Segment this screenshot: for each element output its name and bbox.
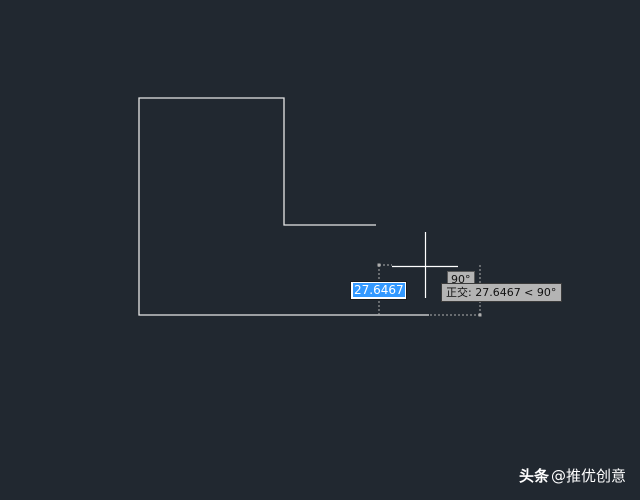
watermark-handle: @推优创意 (550, 467, 626, 485)
tracking-marker-top-left (377, 263, 381, 267)
watermark: 头条 @推优创意 (519, 465, 626, 486)
ortho-tooltip: 正交: 27.6467 < 90° (441, 283, 563, 302)
drawing-canvas[interactable]: 27.6467 90° 正交: 27.6467 < 90° 头条 @推优创意 (0, 0, 640, 500)
drawing-area[interactable] (0, 0, 640, 500)
tracking-marker-bottom-right (478, 313, 482, 317)
watermark-brand: 头条 (518, 467, 549, 485)
dimension-input[interactable]: 27.6467 (350, 281, 407, 300)
dimension-input-value[interactable]: 27.6467 (353, 283, 405, 297)
